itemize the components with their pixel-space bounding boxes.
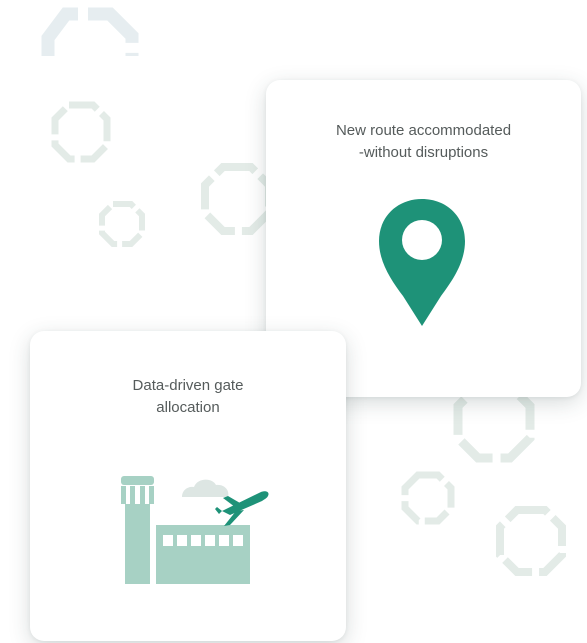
route-card-title-line1: New route accommodated (335, 122, 512, 139)
route-card-title: New route accommodated -without disrupti… (266, 120, 581, 164)
octagon-decoration-icon (99, 201, 145, 247)
octagon-decoration-icon (201, 163, 273, 235)
octagon-decoration-icon (51, 101, 111, 163)
gate-card: Data-driven gate allocation (30, 331, 346, 641)
octagon-decoration-icon (401, 471, 455, 525)
gate-card-title: Data-driven gate allocation (30, 375, 346, 419)
location-pin-icon (379, 199, 465, 326)
gate-card-title-line2: allocation (156, 399, 220, 416)
cloud-icon (182, 479, 229, 497)
route-card-title-line2: -without disruptions (358, 144, 489, 161)
airport-tower-icon (121, 476, 269, 584)
gate-card-title-line1: Data-driven gate (132, 377, 244, 394)
octagon-decoration-icon (496, 506, 566, 576)
octagon-decoration-icon (41, 7, 139, 56)
